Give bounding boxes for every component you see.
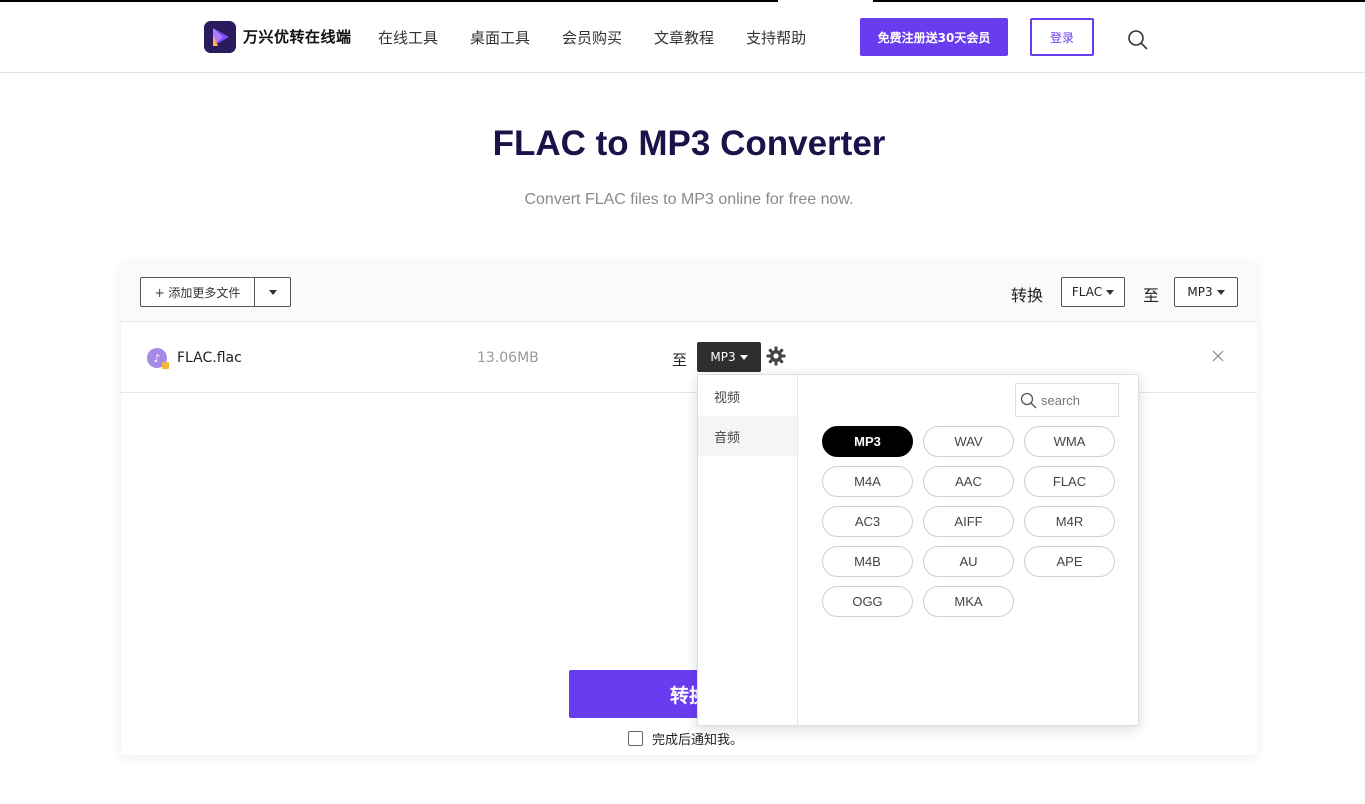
format-option-wma[interactable]: WMA <box>1024 426 1115 457</box>
source-format-value: FLAC <box>1071 285 1103 299</box>
format-option-mp3[interactable]: MP3 <box>822 426 913 457</box>
file-name: FLAC.flac <box>177 350 242 366</box>
nav-tutorials[interactable]: 文章教程 <box>654 27 714 48</box>
main-nav: 在线工具 桌面工具 会员购买 文章教程 支持帮助 <box>378 27 838 48</box>
converter-toolbar: + 添加更多文件 转换 FLAC 至 MP3 <box>121 263 1257 322</box>
search-icon <box>1020 392 1037 408</box>
audio-file-icon: ♪ <box>147 348 169 369</box>
format-option-flac[interactable]: FLAC <box>1024 466 1115 497</box>
format-option-aac[interactable]: AAC <box>923 466 1014 497</box>
login-button[interactable]: 登录 <box>1030 18 1094 56</box>
chevron-down-icon <box>739 354 748 360</box>
target-format-value: MP3 <box>1187 285 1213 299</box>
notify-option: 完成后通知我。 <box>628 729 743 748</box>
nav-support[interactable]: 支持帮助 <box>746 27 806 48</box>
notify-checkbox[interactable] <box>628 731 643 746</box>
category-video[interactable]: 视频 <box>698 376 797 416</box>
add-files-dropdown-toggle[interactable] <box>255 278 290 306</box>
brand-name[interactable]: 万兴优转在线端 <box>243 26 352 47</box>
page-title: FLAC to MP3 Converter <box>492 124 886 163</box>
format-search-input[interactable] <box>1041 392 1113 408</box>
format-option-ape[interactable]: APE <box>1024 546 1115 577</box>
format-search-box <box>1015 383 1119 417</box>
format-option-aiff[interactable]: AIFF <box>923 506 1014 537</box>
chevron-down-icon <box>1106 289 1115 295</box>
add-files-split-button: + 添加更多文件 <box>140 277 291 307</box>
row-to-label: 至 <box>672 351 688 369</box>
nav-desktop-tools[interactable]: 桌面工具 <box>470 27 530 48</box>
format-option-ac3[interactable]: AC3 <box>822 506 913 537</box>
format-options-grid: MP3 WAV WMA M4A AAC FLAC AC3 AIFF M4R M4… <box>822 426 1115 617</box>
close-icon[interactable] <box>1211 349 1225 363</box>
format-option-m4r[interactable]: M4R <box>1024 506 1115 537</box>
target-format-select[interactable]: MP3 <box>1174 277 1238 307</box>
format-option-m4a[interactable]: M4A <box>822 466 913 497</box>
add-more-files-button[interactable]: + 添加更多文件 <box>141 278 255 306</box>
brand-logo-icon[interactable] <box>204 21 236 53</box>
format-option-au[interactable]: AU <box>923 546 1014 577</box>
site-header: 万兴优转在线端 在线工具 桌面工具 会员购买 文章教程 支持帮助 免费注册送30… <box>0 2 1365 73</box>
nav-online-tools[interactable]: 在线工具 <box>378 27 438 48</box>
to-label: 至 <box>1143 286 1160 305</box>
format-option-wav[interactable]: WAV <box>923 426 1014 457</box>
format-option-mka[interactable]: MKA <box>923 586 1014 617</box>
gear-icon[interactable] <box>766 346 786 366</box>
format-option-m4b[interactable]: M4B <box>822 546 913 577</box>
search-icon[interactable] <box>1127 29 1149 51</box>
notify-label: 完成后通知我。 <box>652 733 744 748</box>
format-option-ogg[interactable]: OGG <box>822 586 913 617</box>
register-button[interactable]: 免费注册送30天会员 <box>860 18 1008 56</box>
nav-membership[interactable]: 会员购买 <box>562 27 622 48</box>
chevron-down-icon <box>1216 289 1225 295</box>
page-subtitle: Convert FLAC files to MP3 online for fre… <box>524 191 854 208</box>
file-size: 13.06MB <box>477 350 539 366</box>
format-category-list: 视频 音频 <box>698 375 798 725</box>
category-audio[interactable]: 音频 <box>698 416 797 456</box>
chevron-down-icon <box>268 289 277 295</box>
source-format-select[interactable]: FLAC <box>1061 277 1125 307</box>
format-dropdown: 视频 音频 MP3 WAV WMA M4A AAC FLAC AC3 AIFF … <box>697 374 1139 726</box>
file-format-select[interactable]: MP3 <box>697 342 761 372</box>
convert-label: 转换 <box>1011 286 1044 305</box>
file-format-value: MP3 <box>710 350 736 364</box>
